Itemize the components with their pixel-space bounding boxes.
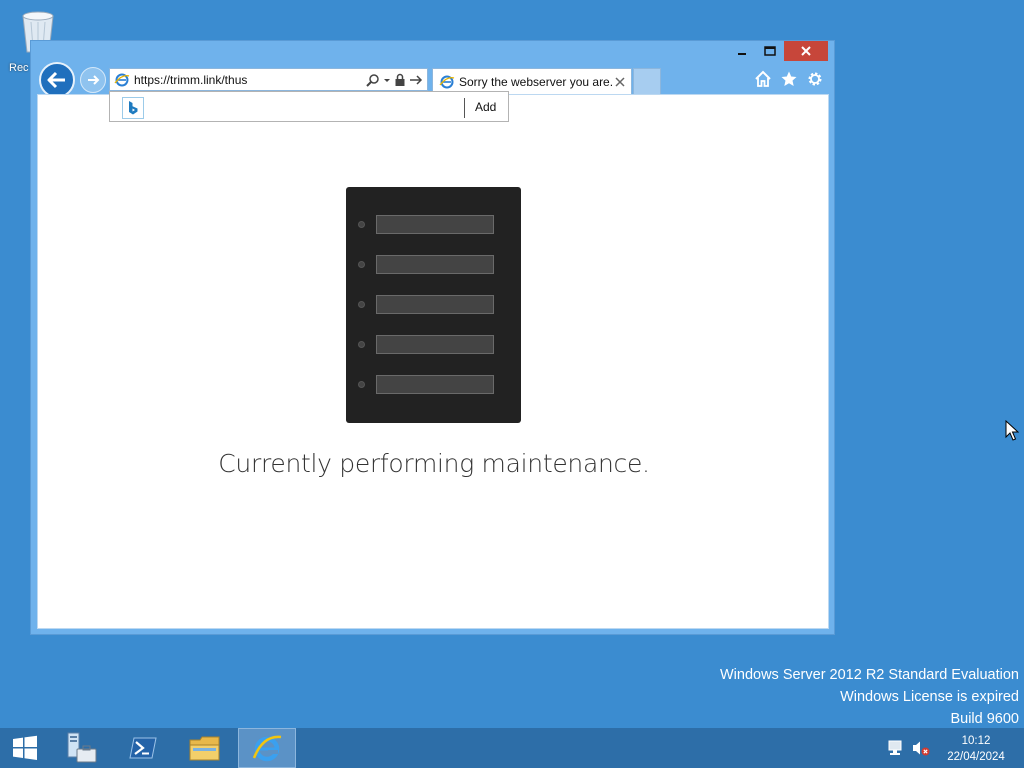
maximize-button[interactable]	[756, 41, 784, 61]
tab-title: Sorry the webserver you are...	[459, 74, 613, 89]
home-button[interactable]	[753, 69, 773, 89]
search-icon[interactable]	[366, 73, 380, 87]
license-watermark: Windows Server 2012 R2 Standard Evaluati…	[720, 664, 1019, 730]
suggestion-divider	[464, 98, 465, 118]
taskbar-powershell[interactable]	[114, 728, 172, 768]
server-led	[358, 221, 365, 228]
minimize-button[interactable]	[728, 41, 756, 61]
server-led	[358, 381, 365, 388]
server-manager-icon	[67, 732, 97, 763]
clock-time: 10:12	[961, 735, 991, 747]
forward-button[interactable]	[80, 67, 106, 93]
server-illustration	[346, 187, 521, 423]
close-icon	[615, 76, 625, 87]
ie-favicon	[439, 75, 455, 88]
recycle-bin-label: Rec	[9, 62, 29, 74]
back-button[interactable]	[39, 62, 75, 98]
server-bay	[376, 215, 494, 234]
server-bay	[376, 255, 494, 274]
ie-window: https://trimm.link/thus Sorry the webser…	[30, 40, 835, 635]
address-url[interactable]: https://trimm.link/thus	[134, 73, 366, 87]
server-bay	[376, 375, 494, 394]
server-bay	[376, 295, 494, 314]
settings-button[interactable]	[805, 69, 825, 89]
dropdown-icon[interactable]	[383, 73, 391, 87]
taskbar-file-explorer[interactable]	[176, 728, 234, 768]
window-controls	[728, 41, 828, 61]
bing-icon[interactable]	[122, 97, 144, 119]
ie-favicon	[114, 73, 130, 86]
taskbar-internet-explorer[interactable]	[238, 728, 296, 768]
server-bay	[376, 335, 494, 354]
taskbar-server-manager[interactable]	[52, 728, 110, 768]
taskbar: 10:12 22/04/2024	[0, 728, 1024, 768]
watermark-license: Windows License is expired	[840, 689, 1019, 705]
watermark-build: Build 9600	[950, 711, 1019, 727]
network-icon[interactable]	[888, 740, 904, 756]
add-search-provider-button[interactable]: Add	[475, 100, 496, 114]
windows-logo-icon	[13, 735, 37, 760]
clock-date: 22/04/2024	[947, 751, 1005, 763]
server-led	[358, 301, 365, 308]
watermark-edition: Windows Server 2012 R2 Standard Evaluati…	[719, 667, 1019, 683]
favorites-button[interactable]	[779, 69, 799, 89]
settings-gear-icon	[808, 72, 822, 86]
start-button[interactable]	[0, 728, 50, 768]
back-arrow-icon	[47, 71, 65, 89]
address-bar[interactable]: https://trimm.link/thus	[109, 68, 428, 91]
address-suggestion-dropdown: Add	[109, 91, 509, 122]
server-led	[358, 261, 365, 268]
forward-arrow-icon	[88, 75, 100, 85]
lock-icon[interactable]	[394, 73, 406, 87]
internet-explorer-icon	[252, 735, 282, 762]
new-tab-button[interactable]	[633, 68, 661, 94]
mouse-cursor-icon	[1005, 420, 1019, 441]
tab-close-button[interactable]	[613, 75, 627, 89]
volume-muted-icon[interactable]	[912, 740, 930, 756]
favorites-star-icon	[781, 71, 797, 86]
close-icon	[801, 46, 811, 56]
maintenance-message: Currently performing maintenance.	[218, 449, 650, 478]
close-button[interactable]	[784, 41, 828, 61]
home-icon	[755, 70, 771, 87]
system-tray	[888, 740, 930, 756]
minimize-icon	[738, 53, 746, 55]
server-led	[358, 341, 365, 348]
taskbar-clock[interactable]: 10:12 22/04/2024	[940, 733, 1012, 765]
folder-icon	[189, 736, 220, 761]
powershell-icon	[129, 737, 157, 759]
page-content: Currently performing maintenance.	[37, 94, 829, 629]
maximize-icon	[764, 46, 776, 56]
go-arrow-icon[interactable]	[409, 73, 423, 87]
